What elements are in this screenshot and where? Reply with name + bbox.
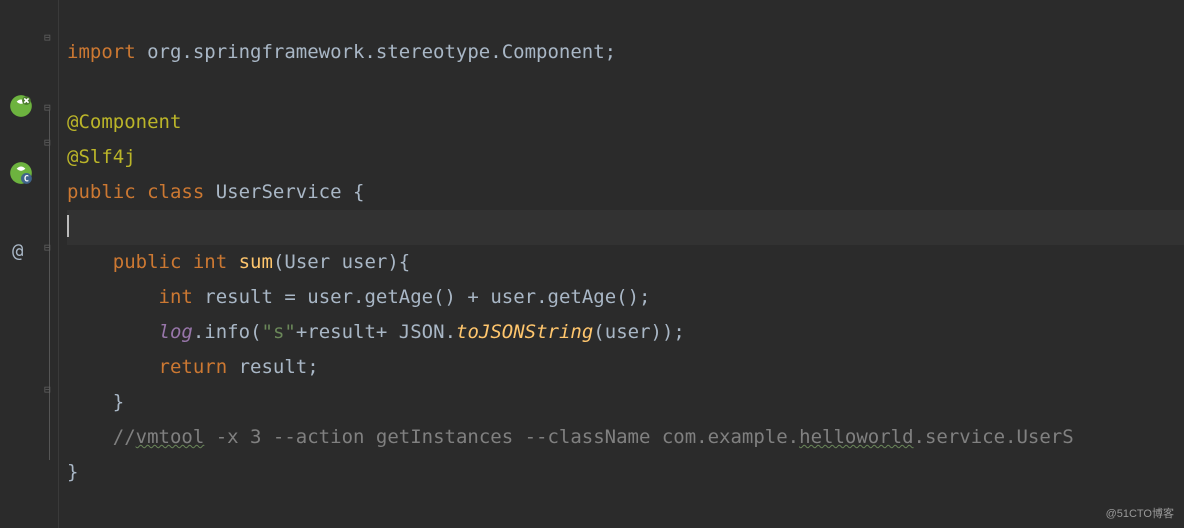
comment: .service.UserS xyxy=(914,426,1074,448)
fold-marker-icon[interactable]: ⊟ xyxy=(44,380,51,400)
indent xyxy=(67,286,159,308)
cursor-icon xyxy=(67,215,69,237)
comment-wavy: helloworld xyxy=(799,426,913,448)
dot: . xyxy=(536,286,547,308)
code-line[interactable]: int result = user.getAge() + user.getAge… xyxy=(67,280,1184,315)
indent xyxy=(67,356,159,378)
parens: () + xyxy=(433,286,490,308)
param-type: User xyxy=(284,251,341,273)
code-editor[interactable]: C @ ⊟ ⊟ ⊟ ⊟ ⊟ import org.springframework… xyxy=(0,0,1184,528)
object: user xyxy=(490,286,536,308)
code-line[interactable] xyxy=(67,70,1184,105)
paren: ( xyxy=(273,251,284,273)
keyword-return: return xyxy=(159,356,239,378)
dot: . xyxy=(445,321,456,343)
parens: (); xyxy=(616,286,650,308)
keyword-class: class xyxy=(147,181,216,203)
svg-text:C: C xyxy=(24,175,29,185)
indent xyxy=(67,426,113,448)
code-line[interactable]: } xyxy=(67,455,1184,490)
comment-wavy: vmtool xyxy=(136,426,205,448)
keyword-import: import xyxy=(67,41,147,63)
code-line[interactable]: import org.springframework.stereotype.Co… xyxy=(67,35,1184,70)
semicolon: ; xyxy=(605,41,616,63)
fold-marker-icon[interactable]: ⊟ xyxy=(44,238,51,258)
paren-close: ){ xyxy=(387,251,410,273)
spring-bean-icon[interactable] xyxy=(8,93,34,119)
keyword-int: int xyxy=(193,251,239,273)
method-call: info xyxy=(204,321,250,343)
watermark: @51CTO博客 xyxy=(1106,504,1174,524)
class-name: Component xyxy=(502,41,605,63)
method-call: getAge xyxy=(548,286,617,308)
comment: // xyxy=(113,426,136,448)
field-log: log xyxy=(159,321,193,343)
indent xyxy=(67,251,113,273)
annotation: @Component xyxy=(67,111,181,133)
static-method: toJSONString xyxy=(456,321,593,343)
keyword-int: int xyxy=(159,286,205,308)
code-line[interactable]: @Slf4j xyxy=(67,140,1184,175)
code-line[interactable]: public int sum(User user){ xyxy=(67,245,1184,280)
override-icon[interactable]: @ xyxy=(12,234,23,269)
spring-class-icon[interactable]: C xyxy=(8,160,34,186)
code-line[interactable]: //vmtool -x 3 --action getInstances --cl… xyxy=(67,420,1184,455)
class-name: UserService xyxy=(216,181,353,203)
code-line[interactable]: @Component xyxy=(67,105,1184,140)
equals: = xyxy=(284,286,307,308)
keyword-public: public xyxy=(67,181,147,203)
indent xyxy=(67,321,159,343)
string-literal: "s" xyxy=(262,321,296,343)
comment: -x 3 --action getInstances --className c… xyxy=(204,426,799,448)
keyword-public: public xyxy=(113,251,193,273)
code-line[interactable]: return result; xyxy=(67,350,1184,385)
code-line[interactable]: public class UserService { xyxy=(67,175,1184,210)
code-line[interactable]: } xyxy=(67,385,1184,420)
dot: . xyxy=(193,321,204,343)
code-line[interactable]: log.info("s"+result+ JSON.toJSONString(u… xyxy=(67,315,1184,350)
class-ref: JSON xyxy=(399,321,445,343)
paren: ( xyxy=(593,321,604,343)
brace: } xyxy=(113,391,124,413)
code-line[interactable] xyxy=(67,0,1184,35)
plus: +result+ xyxy=(296,321,399,343)
param-name: user xyxy=(342,251,388,273)
code-area[interactable]: import org.springframework.stereotype.Co… xyxy=(59,0,1184,528)
object: user xyxy=(307,286,353,308)
indent xyxy=(67,391,113,413)
method-name: sum xyxy=(239,251,273,273)
annotation: @Slf4j xyxy=(67,146,136,168)
variable: result xyxy=(204,286,284,308)
paren-close: )); xyxy=(651,321,685,343)
fold-marker-icon[interactable]: ⊟ xyxy=(44,28,51,48)
variable: result; xyxy=(239,356,319,378)
paren: ( xyxy=(250,321,261,343)
variable: user xyxy=(605,321,651,343)
dot: . xyxy=(353,286,364,308)
package-path: org.springframework.stereotype. xyxy=(147,41,502,63)
brace: } xyxy=(67,461,78,483)
fold-column: ⊟ ⊟ ⊟ ⊟ ⊟ xyxy=(43,0,59,528)
code-line-active[interactable] xyxy=(67,210,1184,245)
brace: { xyxy=(353,181,364,203)
method-call: getAge xyxy=(364,286,433,308)
gutter: C @ xyxy=(0,0,43,528)
